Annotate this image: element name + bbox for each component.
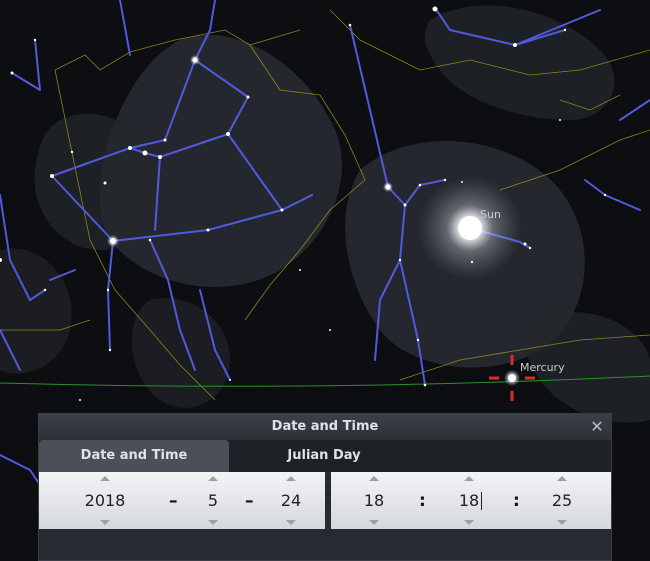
text-cursor (481, 492, 482, 510)
day-value[interactable]: 24 (271, 489, 311, 513)
time-separator: : (513, 491, 520, 511)
month-increment-icon[interactable] (208, 476, 218, 481)
tab-julian-day[interactable]: Julian Day (229, 440, 419, 472)
time-separator: : (419, 491, 426, 511)
second-decrement-icon[interactable] (557, 520, 567, 525)
day-decrement-icon[interactable] (286, 520, 296, 525)
date-time-dialog: Date and Time ✕ Date and Time Julian Day… (38, 413, 612, 561)
time-fields: 18 : 18 : 25 (331, 472, 611, 529)
date-separator: – (169, 491, 178, 511)
sun-object[interactable] (418, 176, 522, 280)
dialog-title: Date and Time (271, 419, 379, 434)
hour-increment-icon[interactable] (369, 476, 379, 481)
year-increment-icon[interactable] (100, 476, 110, 481)
year-spinbox[interactable]: 2018 (73, 472, 137, 529)
month-value[interactable]: 5 (193, 489, 233, 513)
month-decrement-icon[interactable] (208, 520, 218, 525)
minute-value[interactable]: 18 (448, 489, 490, 513)
year-value[interactable]: 2018 (73, 489, 137, 513)
year-decrement-icon[interactable] (100, 520, 110, 525)
hour-value[interactable]: 18 (353, 489, 395, 513)
day-increment-icon[interactable] (286, 476, 296, 481)
day-spinbox[interactable]: 24 (271, 472, 311, 529)
hour-decrement-icon[interactable] (369, 520, 379, 525)
mercury-object[interactable] (504, 370, 520, 386)
second-value[interactable]: 25 (541, 489, 583, 513)
tab-bar: Date and Time Julian Day (39, 440, 611, 472)
close-icon[interactable]: ✕ (587, 417, 607, 437)
tab-date-and-time[interactable]: Date and Time (39, 440, 229, 472)
sun-label: Sun (480, 208, 501, 221)
second-spinbox[interactable]: 25 (541, 472, 583, 529)
hour-spinbox[interactable]: 18 (353, 472, 395, 529)
dialog-titlebar[interactable]: Date and Time ✕ (39, 414, 611, 441)
minute-decrement-icon[interactable] (464, 520, 474, 525)
date-separator: – (245, 491, 254, 511)
month-spinbox[interactable]: 5 (193, 472, 233, 529)
minute-spinbox[interactable]: 18 (448, 472, 490, 529)
mercury-label: Mercury (520, 361, 565, 374)
second-increment-icon[interactable] (557, 476, 567, 481)
date-fields: 2018 – 5 – 24 (39, 472, 325, 529)
minute-increment-icon[interactable] (464, 476, 474, 481)
